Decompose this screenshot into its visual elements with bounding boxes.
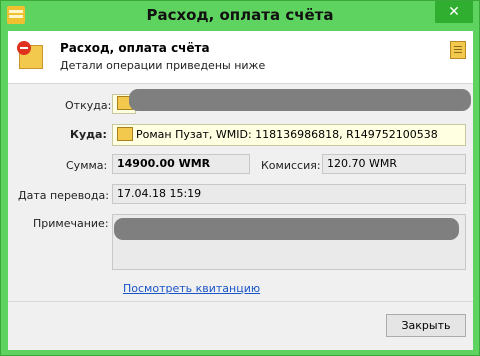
fee-label: Комиссия: — [261, 159, 321, 172]
close-button[interactable]: Закрыть — [386, 314, 466, 337]
date-label: Дата перевода: — [18, 189, 109, 202]
to-label: Куда: — [70, 128, 107, 141]
close-window-button[interactable]: ✕ — [435, 1, 473, 23]
amount-field: 14900.00 WMR — [112, 154, 250, 174]
receipt-icon[interactable] — [450, 41, 466, 59]
header-subtitle: Детали операции приведены ниже — [60, 59, 266, 72]
title-bar[interactable]: Расход, оплата счёта ✕ — [1, 1, 479, 31]
fee-field: 120.70 WMR — [322, 154, 466, 174]
to-field: Роман Пузат, WMID: 118136986818, R149752… — [112, 124, 466, 146]
redacted-from-value — [129, 89, 471, 111]
view-receipt-link[interactable]: Посмотреть квитанцию — [123, 282, 260, 295]
payment-out-icon — [17, 41, 43, 69]
window-title: Расход, оплата счёта — [146, 6, 334, 24]
dialog-body: Расход, оплата счёта Детали операции при… — [8, 31, 473, 350]
to-value: Роман Пузат, WMID: 118136986818, R149752… — [136, 128, 438, 141]
amount-label: Сумма: — [66, 159, 108, 172]
from-label: Откуда: — [65, 99, 112, 112]
note-label: Примечание: — [33, 217, 109, 230]
wallet-icon — [117, 127, 133, 141]
dialog-window: Расход, оплата счёта ✕ Расход, оплата сч… — [0, 0, 480, 356]
date-field: 17.04.18 15:19 — [112, 184, 466, 204]
redacted-note-value — [114, 218, 459, 240]
dialog-header: Расход, оплата счёта Детали операции при… — [8, 31, 473, 84]
divider — [8, 301, 473, 302]
header-title: Расход, оплата счёта — [60, 41, 210, 55]
